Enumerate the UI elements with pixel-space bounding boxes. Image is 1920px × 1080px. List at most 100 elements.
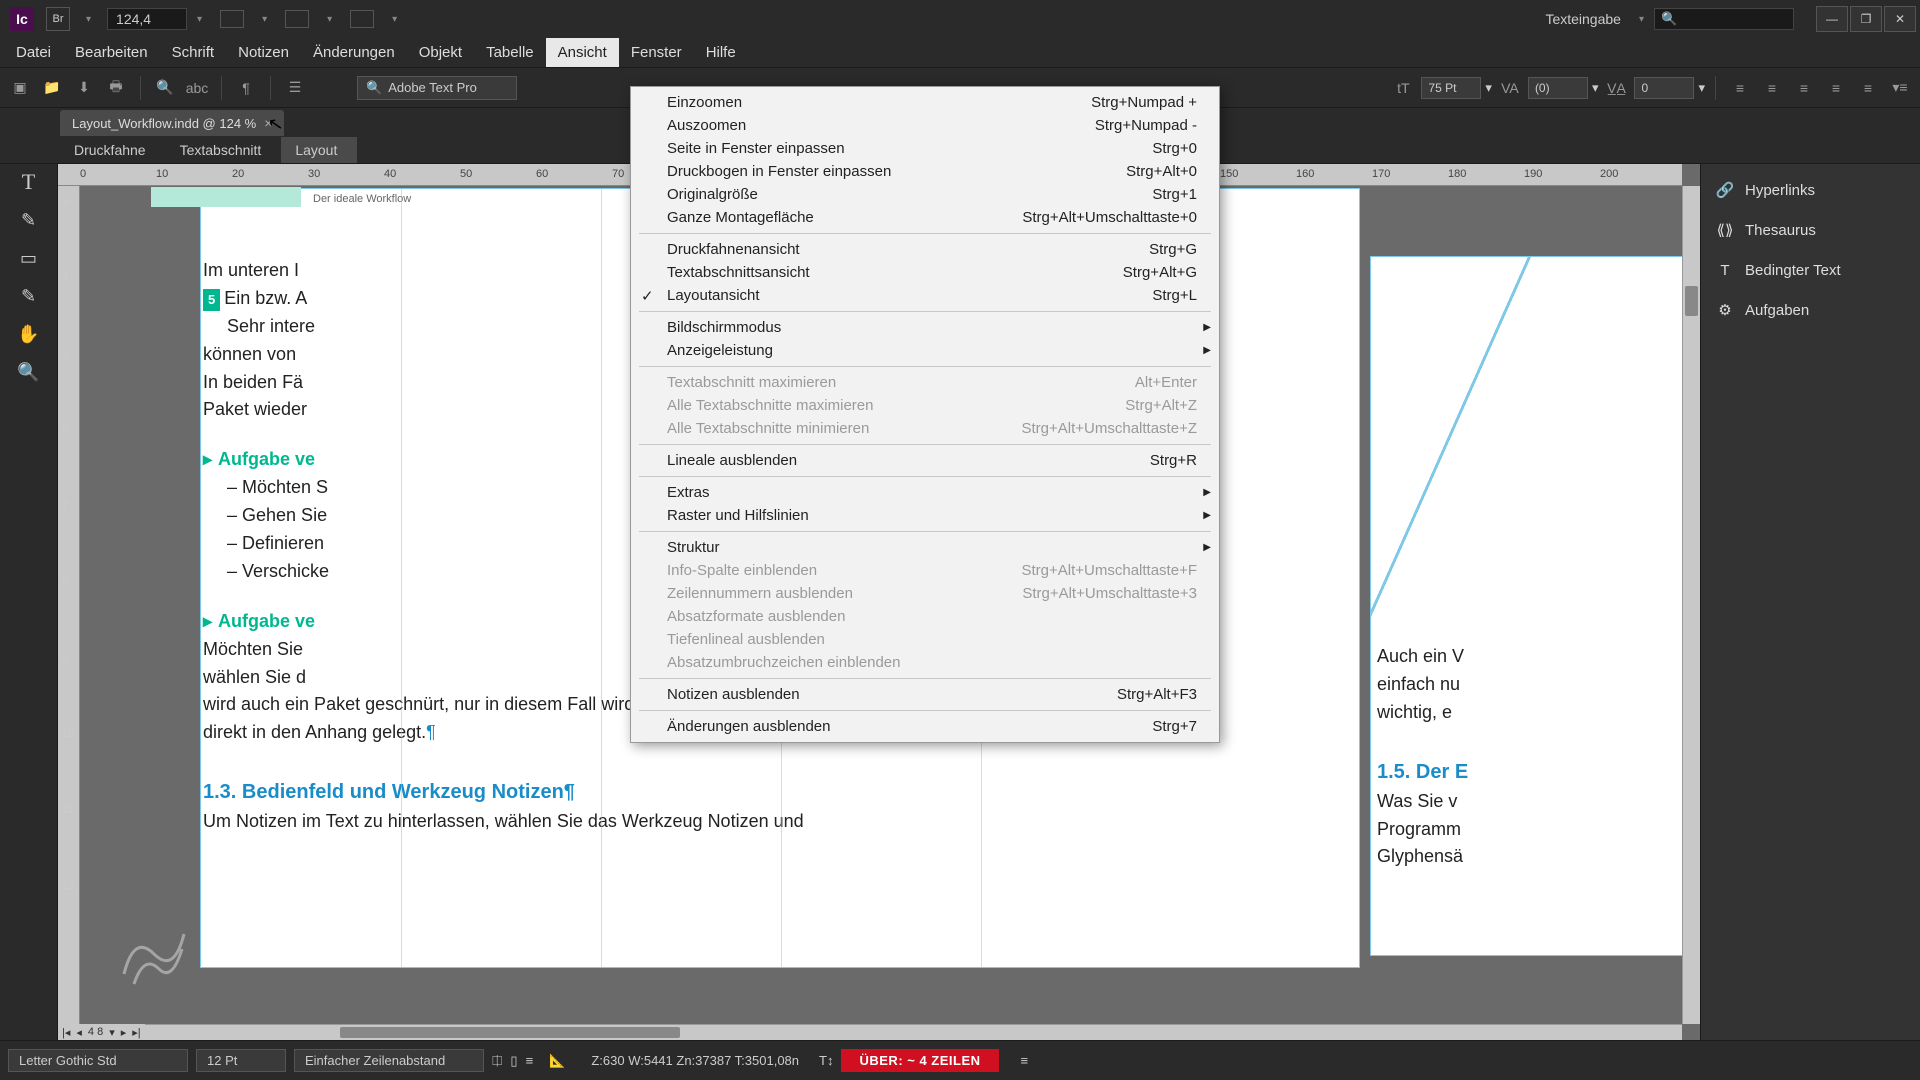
menu-item-lineale-ausblenden[interactable]: Lineale ausblendenStrg+R	[631, 449, 1219, 472]
view-preset-icon-2[interactable]	[285, 10, 309, 28]
hamburger-icon[interactable]: ☰	[281, 74, 309, 102]
menu-bearbeiten[interactable]: Bearbeiten	[63, 38, 160, 67]
new-icon[interactable]: ▣	[6, 74, 34, 102]
menu-item-struktur[interactable]: Struktur▶	[631, 536, 1219, 559]
align-right-icon[interactable]: ≡	[1790, 74, 1818, 102]
first-page-icon[interactable]: |◂	[62, 1026, 70, 1039]
ruler-icon[interactable]: 📐	[549, 1053, 565, 1069]
minimize-button[interactable]: —	[1816, 6, 1848, 32]
position-tool-icon[interactable]: ▭	[15, 244, 43, 272]
menu-item-einzoomen[interactable]: EinzoomenStrg+Numpad +	[631, 91, 1219, 114]
single-col-icon[interactable]: ▯	[510, 1053, 517, 1069]
font-size-field[interactable]: 75 Pt	[1421, 77, 1481, 99]
view-tab-druckfahne[interactable]: Druckfahne	[60, 137, 166, 163]
panel-aufgaben[interactable]: ⚙Aufgaben	[1701, 290, 1920, 330]
zoom-tool-icon[interactable]: 🔍	[15, 358, 43, 386]
search-input[interactable]: 🔍	[1654, 8, 1794, 30]
zoom-dropdown-icon[interactable]: ▾	[197, 14, 202, 25]
scrollbar-thumb[interactable]	[340, 1027, 680, 1038]
menu-item-layoutansicht[interactable]: ✓LayoutansichtStrg+L	[631, 284, 1219, 307]
panel-menu-icon[interactable]: ▾≡	[1886, 74, 1914, 102]
page-number[interactable]: 4 8	[88, 1026, 103, 1038]
maximize-button[interactable]: ❐	[1850, 6, 1882, 32]
menu-item--nderungen-ausblenden[interactable]: Änderungen ausblendenStrg+7	[631, 715, 1219, 738]
chevron-down-icon[interactable]: ▾	[1698, 80, 1705, 96]
tracking-field[interactable]: 0	[1634, 77, 1694, 99]
align-icon[interactable]: ≡	[526, 1053, 534, 1068]
chevron-down-icon[interactable]: ▾	[86, 14, 91, 25]
panel-thesaurus[interactable]: ⟪⟫Thesaurus	[1701, 210, 1920, 250]
menu-notizen[interactable]: Notizen	[226, 38, 301, 67]
note-tool-icon[interactable]: ✎	[15, 206, 43, 234]
menu-item-druckfahnenansicht[interactable]: DruckfahnenansichtStrg+G	[631, 238, 1219, 261]
zoom-level-input[interactable]	[107, 8, 187, 30]
workspace-dropdown-icon[interactable]: ▾	[1639, 14, 1644, 25]
font-family-field[interactable]: 🔍Adobe Text Pro	[357, 76, 517, 100]
workspace-label[interactable]: Texteingabe	[1545, 11, 1621, 27]
document-tab[interactable]: Layout_Workflow.indd @ 124 % ×	[60, 110, 284, 136]
save-icon[interactable]: ⬇	[70, 74, 98, 102]
chevron-down-icon[interactable]: ▾	[1592, 80, 1599, 96]
horizontal-scrollbar[interactable]	[80, 1024, 1682, 1040]
menu-item-druckbogen-in-fenster-einpassen[interactable]: Druckbogen in Fenster einpassenStrg+Alt+…	[631, 160, 1219, 183]
print-icon[interactable]: 🖶	[102, 74, 130, 102]
last-page-icon[interactable]: ▸|	[132, 1026, 140, 1039]
text-stats-icon[interactable]: T↕	[819, 1053, 833, 1068]
menu-item-seite-in-fenster-einpassen[interactable]: Seite in Fenster einpassenStrg+0	[631, 137, 1219, 160]
justify-icon[interactable]: ≡	[1822, 74, 1850, 102]
status-size-field[interactable]: 12 Pt	[196, 1049, 286, 1072]
menu-hilfe[interactable]: Hilfe	[694, 38, 748, 67]
menu-tabelle[interactable]: Tabelle	[474, 38, 546, 67]
view-preset-icon-1[interactable]	[220, 10, 244, 28]
hand-tool-icon[interactable]: ✋	[15, 320, 43, 348]
kerning-field[interactable]: (0)	[1528, 77, 1588, 99]
view-tab-layout[interactable]: Layout	[281, 137, 357, 163]
menu-item-raster-und-hilfslinien[interactable]: Raster und Hilfslinien▶	[631, 504, 1219, 527]
bridge-icon[interactable]: Br	[46, 7, 70, 31]
type-tool-icon[interactable]: T	[15, 168, 43, 196]
menu-item-originalgr-e[interactable]: OriginalgrößeStrg+1	[631, 183, 1219, 206]
page-navigator[interactable]: |◂ ◂ 4 8 ▾ ▸ ▸|	[58, 1024, 145, 1040]
status-leading-field[interactable]: Einfacher Zeilenabstand	[294, 1049, 484, 1072]
align-left-icon[interactable]: ≡	[1726, 74, 1754, 102]
menu-datei[interactable]: Datei	[4, 38, 63, 67]
menu-icon[interactable]: ≡	[1021, 1053, 1029, 1068]
vertical-scrollbar[interactable]	[1682, 186, 1700, 1024]
prev-page-icon[interactable]: ◂	[76, 1026, 82, 1039]
menu-item-notizen-ausblenden[interactable]: Notizen ausblendenStrg+Alt+F3	[631, 683, 1219, 706]
panel-bedingter-text[interactable]: TBedingter Text	[1701, 250, 1920, 290]
open-icon[interactable]: 📁	[38, 74, 66, 102]
menu-schrift[interactable]: Schrift	[160, 38, 227, 67]
menu-item-bildschirmmodus[interactable]: Bildschirmmodus▶	[631, 316, 1219, 339]
close-button[interactable]: ✕	[1884, 6, 1916, 32]
panel-hyperlinks[interactable]: 🔗Hyperlinks	[1701, 170, 1920, 210]
find-icon[interactable]: 🔍	[151, 74, 179, 102]
menu-fenster[interactable]: Fenster	[619, 38, 694, 67]
menu-item-anzeigeleistung[interactable]: Anzeigeleistung▶	[631, 339, 1219, 362]
justify-all-icon[interactable]: ≡	[1854, 74, 1882, 102]
view-preset-icon-3[interactable]	[350, 10, 374, 28]
column-icon[interactable]: ⎅	[492, 1053, 502, 1069]
menu-item-extras[interactable]: Extras▶	[631, 481, 1219, 504]
scrollbar-thumb[interactable]	[1685, 286, 1698, 316]
text-frame-right[interactable]: Auch ein V einfach nu wichtig, e 1.5. De…	[1370, 256, 1682, 956]
menu-ansicht[interactable]: Ansicht	[546, 38, 619, 67]
align-center-icon[interactable]: ≡	[1758, 74, 1786, 102]
pilcrow-icon[interactable]: ¶	[232, 74, 260, 102]
chevron-down-icon[interactable]: ▾	[327, 14, 332, 25]
eyedropper-tool-icon[interactable]: ✎	[15, 282, 43, 310]
spellcheck-icon[interactable]: abc	[183, 74, 211, 102]
page-dropdown-icon[interactable]: ▾	[109, 1026, 115, 1039]
menu-item-ganze-montagefl-che[interactable]: Ganze MontageflächeStrg+Alt+Umschalttast…	[631, 206, 1219, 229]
menu-objekt[interactable]: Objekt	[407, 38, 474, 67]
overset-warning[interactable]: ÜBER: ~ 4 ZEILEN	[841, 1049, 998, 1072]
menu-änderungen[interactable]: Änderungen	[301, 38, 407, 67]
status-font-field[interactable]: Letter Gothic Std	[8, 1049, 188, 1072]
next-page-icon[interactable]: ▸	[121, 1026, 127, 1039]
chevron-down-icon[interactable]: ▾	[1485, 80, 1492, 96]
chevron-down-icon[interactable]: ▾	[262, 14, 267, 25]
menu-item-textabschnittsansicht[interactable]: TextabschnittsansichtStrg+Alt+G	[631, 261, 1219, 284]
menu-item-auszoomen[interactable]: AuszoomenStrg+Numpad -	[631, 114, 1219, 137]
chevron-down-icon[interactable]: ▾	[392, 14, 397, 25]
view-tab-textabschnitt[interactable]: Textabschnitt	[166, 137, 282, 163]
